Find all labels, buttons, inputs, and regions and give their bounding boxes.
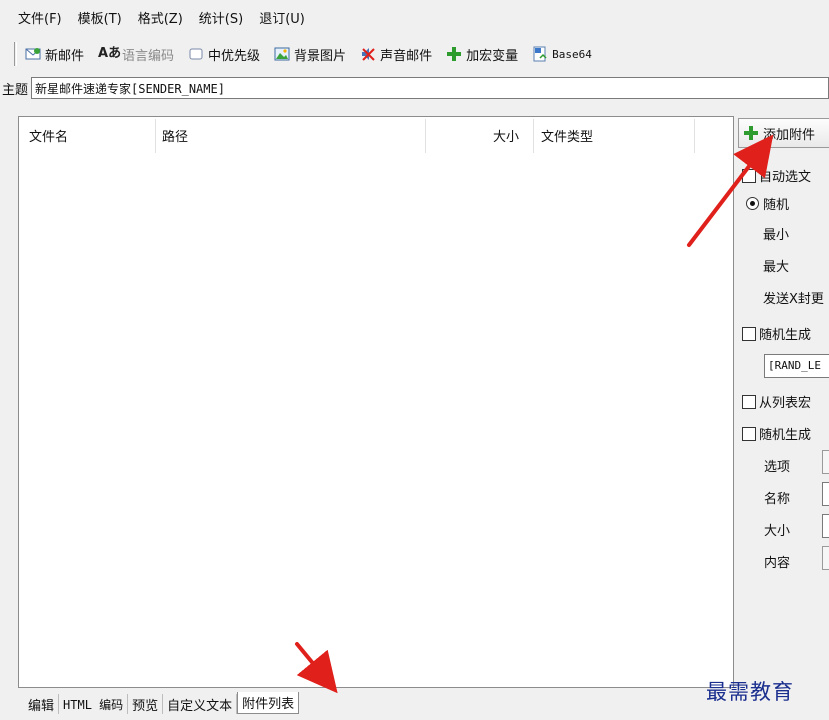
attachment-file-list[interactable]: 文件名 路径 大小 文件类型	[18, 116, 734, 688]
tab-preview[interactable]: 预览	[128, 694, 164, 714]
background-image-label: 背景图片	[294, 48, 347, 64]
random-radio[interactable]: 随机	[746, 194, 789, 213]
menu-unsubscribe[interactable]: 退订(U)	[259, 8, 305, 27]
from-list-macro-checkbox[interactable]: 从列表宏	[742, 392, 811, 411]
size-field[interactable]	[822, 514, 829, 538]
subject-input[interactable]: 新星邮件速递专家[SENDER_NAME]	[31, 77, 829, 99]
random-generate-checkbox-1[interactable]: 随机生成	[742, 324, 811, 343]
column-divider[interactable]	[155, 119, 156, 153]
column-divider[interactable]	[533, 119, 534, 153]
menu-format[interactable]: 格式(Z)	[138, 8, 183, 27]
tab-edit[interactable]: 编辑	[24, 694, 60, 714]
add-macro-label: 加宏变量	[466, 48, 519, 64]
auto-select-checkbox[interactable]: 自动选文	[742, 166, 811, 185]
menu-statistics[interactable]: 统计(S)	[199, 8, 243, 27]
watermark-logo: 最需教育	[706, 680, 794, 704]
subject-label: 主题	[2, 82, 29, 98]
checkbox-box[interactable]	[742, 168, 756, 183]
add-attachment-label: 添加附件	[763, 127, 816, 143]
base64-button[interactable]: Base64	[532, 46, 592, 62]
subject-row: 主题 新星邮件速递专家[SENDER_NAME]	[0, 76, 829, 100]
editor-tab-bar: 编辑 HTML 编码 预览 自定义文本 附件列表	[24, 692, 300, 714]
sound-mail-icon	[360, 46, 376, 62]
column-header-filename[interactable]: 文件名	[29, 117, 68, 153]
options-field[interactable]	[822, 450, 829, 474]
column-divider[interactable]	[425, 119, 426, 153]
priority-button[interactable]: 中优先级	[188, 45, 260, 64]
column-header-filetype[interactable]: 文件类型	[541, 117, 593, 153]
content-label: 内容	[764, 556, 791, 571]
priority-icon	[188, 46, 204, 62]
base64-icon	[532, 46, 548, 62]
base64-label: Base64	[552, 47, 592, 61]
menu-template[interactable]: 模板(T)	[78, 8, 122, 27]
menu-bar: 文件(F) 模板(T) 格式(Z) 统计(S) 退订(U)	[0, 0, 829, 34]
toolbar-grip[interactable]	[14, 42, 17, 66]
language-encoding-label: 语言编码	[122, 48, 175, 64]
background-image-icon	[274, 46, 290, 62]
language-encoding-button[interactable]: Aあ 语言编码	[98, 45, 174, 64]
new-mail-button[interactable]: 新邮件	[25, 45, 84, 64]
random-generate-label-1: 随机生成	[759, 328, 812, 343]
file-list-header: 文件名 路径 大小 文件类型	[19, 117, 733, 153]
language-encoding-icon: Aあ	[98, 46, 122, 61]
radio-selected[interactable]	[746, 197, 759, 210]
checkbox-box[interactable]	[742, 326, 756, 341]
add-macro-icon	[446, 46, 462, 62]
size-label: 大小	[764, 524, 791, 539]
add-icon	[743, 125, 759, 141]
toolbar: 新邮件 Aあ 语言编码 中优先级 背景图片 声音邮件 加宏变量 Base64	[0, 36, 829, 72]
rand-macro-field[interactable]: [RAND_LE	[764, 354, 829, 378]
add-attachment-button[interactable]: 添加附件	[738, 118, 829, 148]
new-mail-label: 新邮件	[45, 48, 85, 64]
priority-label: 中优先级	[208, 48, 261, 64]
content-field[interactable]	[822, 546, 829, 570]
name-field[interactable]	[822, 482, 829, 506]
sound-mail-label: 声音邮件	[380, 48, 433, 64]
menu-file[interactable]: 文件(F)	[18, 8, 62, 27]
add-macro-button[interactable]: 加宏变量	[446, 45, 518, 64]
tab-custom-text[interactable]: 自定义文本	[163, 694, 238, 714]
send-count-label: 发送X封更	[763, 292, 824, 307]
random-generate-checkbox-2[interactable]: 随机生成	[742, 424, 811, 443]
checkbox-box[interactable]	[742, 394, 756, 409]
column-divider[interactable]	[694, 119, 695, 153]
options-label: 选项	[764, 460, 791, 475]
from-list-macro-label: 从列表宏	[759, 396, 812, 411]
checkbox-box[interactable]	[742, 426, 756, 441]
column-header-path[interactable]: 路径	[162, 117, 188, 153]
min-label: 最小	[763, 228, 790, 243]
sound-mail-button[interactable]: 声音邮件	[360, 45, 432, 64]
random-generate-label-2: 随机生成	[759, 428, 812, 443]
random-label: 随机	[763, 198, 790, 213]
new-mail-icon	[25, 46, 41, 62]
column-header-size[interactable]: 大小	[493, 117, 519, 153]
attachment-options-panel: 添加附件 自动选文 随机 最小 最大 发送X封更 随机生成 [RAND_LE 从…	[736, 114, 829, 694]
max-label: 最大	[763, 260, 790, 275]
auto-select-label: 自动选文	[759, 170, 812, 185]
background-image-button[interactable]: 背景图片	[274, 45, 346, 64]
tab-attachment-list[interactable]: 附件列表	[237, 692, 300, 714]
tab-html-code[interactable]: HTML 编码	[59, 694, 129, 714]
name-label: 名称	[764, 492, 791, 507]
